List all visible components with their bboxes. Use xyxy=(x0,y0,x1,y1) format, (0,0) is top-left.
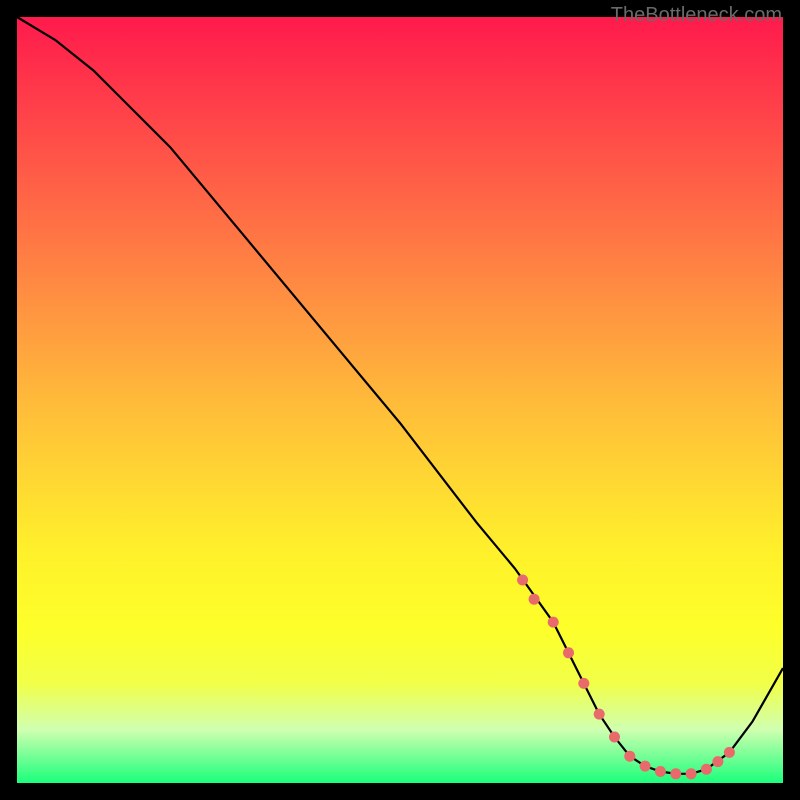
chart-marker-point xyxy=(548,617,559,628)
chart-marker-point xyxy=(624,751,635,762)
chart-marker-point xyxy=(594,709,605,720)
chart-markers xyxy=(517,575,735,780)
chart-marker-point xyxy=(724,747,735,758)
chart-marker-point xyxy=(701,764,712,775)
chart-marker-point xyxy=(563,647,574,658)
chart-line xyxy=(17,17,783,774)
chart-marker-point xyxy=(686,768,697,779)
chart-marker-point xyxy=(640,761,651,772)
chart-marker-point xyxy=(655,766,666,777)
chart-marker-point xyxy=(670,768,681,779)
chart-marker-point xyxy=(578,678,589,689)
chart-marker-point xyxy=(712,756,723,767)
chart-marker-point xyxy=(609,732,620,743)
watermark-text: TheBottleneck.com xyxy=(611,4,782,27)
chart-marker-point xyxy=(529,594,540,605)
chart-svg xyxy=(17,17,783,783)
chart-marker-point xyxy=(517,575,528,586)
